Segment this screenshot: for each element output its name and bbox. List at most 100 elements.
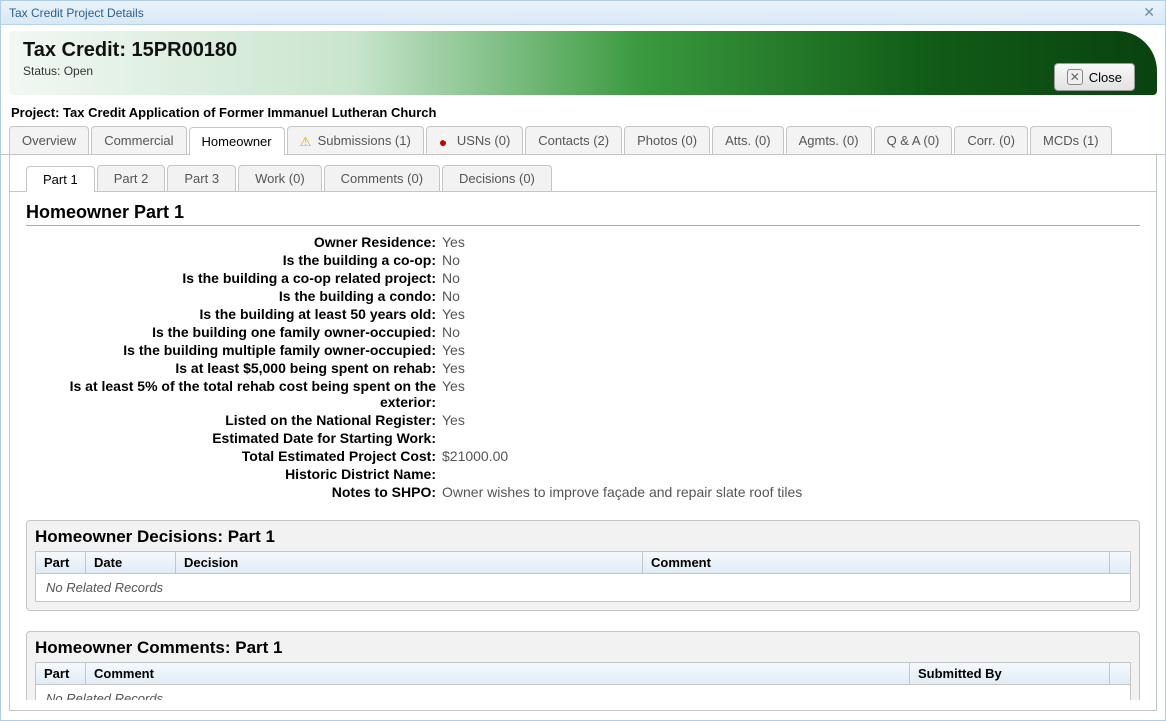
field-value: Yes bbox=[440, 342, 465, 358]
tab-homeowner[interactable]: Homeowner bbox=[189, 127, 285, 155]
close-button[interactable]: ✕ Close bbox=[1054, 63, 1135, 91]
decisions-panel: Homeowner Decisions: Part 1 Part Date De… bbox=[26, 520, 1140, 611]
col-part[interactable]: Part bbox=[36, 552, 86, 573]
field-label: Estimated Date for Starting Work: bbox=[30, 430, 440, 446]
dialog-window: Tax Credit Project Details ✕ Tax Credit:… bbox=[0, 0, 1166, 721]
error-icon bbox=[439, 134, 453, 148]
tab-label: Photos (0) bbox=[637, 133, 697, 148]
window-close-icon[interactable]: ✕ bbox=[1139, 4, 1159, 21]
field-value: Owner wishes to improve façade and repai… bbox=[440, 484, 802, 500]
field-row: Is the building a condo:No bbox=[30, 288, 1140, 304]
field-label: Is the building one family owner-occupie… bbox=[30, 324, 440, 340]
comments-grid: Part Comment Submitted By No Related Rec… bbox=[35, 662, 1131, 700]
subtab-work[interactable]: Work (0) bbox=[238, 165, 322, 191]
tab-usns[interactable]: USNs (0) bbox=[426, 126, 523, 154]
col-spacer bbox=[1110, 663, 1130, 684]
col-comment[interactable]: Comment bbox=[643, 552, 1110, 573]
field-row: Is the building a co-op related project:… bbox=[30, 270, 1140, 286]
tab-qa[interactable]: Q & A (0) bbox=[874, 126, 953, 154]
tab-label: Corr. (0) bbox=[967, 133, 1015, 148]
field-value: Yes bbox=[440, 412, 465, 428]
col-part[interactable]: Part bbox=[36, 663, 86, 684]
tab-corr[interactable]: Corr. (0) bbox=[954, 126, 1028, 154]
col-spacer bbox=[1110, 552, 1130, 573]
fields-list: Owner Residence:YesIs the building a co-… bbox=[30, 234, 1140, 500]
field-row: Estimated Date for Starting Work: bbox=[30, 430, 1140, 446]
field-label: Total Estimated Project Cost: bbox=[30, 448, 440, 464]
project-label: Project: bbox=[11, 105, 59, 120]
tab-label: MCDs (1) bbox=[1043, 133, 1099, 148]
field-value: $21000.00 bbox=[440, 448, 508, 464]
field-value: No bbox=[440, 252, 460, 268]
tab-agmts[interactable]: Agmts. (0) bbox=[786, 126, 872, 154]
field-value: Yes bbox=[440, 306, 465, 322]
tab-label: Commercial bbox=[104, 133, 173, 148]
tab-label: Overview bbox=[22, 133, 76, 148]
section-title: Homeowner Part 1 bbox=[26, 202, 1140, 226]
field-value: No bbox=[440, 270, 460, 286]
status-label: Status: bbox=[23, 64, 60, 78]
tab-commercial[interactable]: Commercial bbox=[91, 126, 186, 154]
status-value: Open bbox=[64, 64, 93, 78]
field-label: Notes to SHPO: bbox=[30, 484, 440, 500]
field-value: No bbox=[440, 324, 460, 340]
tab-content: Part 1 Part 2 Part 3 Work (0) Comments (… bbox=[9, 155, 1157, 711]
col-decision[interactable]: Decision bbox=[176, 552, 643, 573]
tab-label: Contacts (2) bbox=[538, 133, 609, 148]
field-value: Yes bbox=[440, 378, 465, 410]
field-row: Is the building at least 50 years old:Ye… bbox=[30, 306, 1140, 322]
field-row: Owner Residence:Yes bbox=[30, 234, 1140, 250]
close-icon: ✕ bbox=[1067, 69, 1083, 85]
subtab-decisions[interactable]: Decisions (0) bbox=[442, 165, 552, 191]
comments-empty: No Related Records bbox=[36, 685, 1130, 700]
field-value: No bbox=[440, 288, 460, 304]
project-line: Project: Tax Credit Application of Forme… bbox=[1, 95, 1165, 126]
status-line: Status: Open bbox=[23, 64, 237, 78]
tab-contacts[interactable]: Contacts (2) bbox=[525, 126, 622, 154]
field-row: Is at least $5,000 being spent on rehab:… bbox=[30, 360, 1140, 376]
titlebar: Tax Credit Project Details ✕ bbox=[1, 1, 1165, 25]
field-label: Is the building a condo: bbox=[30, 288, 440, 304]
col-date[interactable]: Date bbox=[86, 552, 176, 573]
subtab-comments[interactable]: Comments (0) bbox=[324, 165, 440, 191]
field-value: Yes bbox=[440, 234, 465, 250]
project-name: Tax Credit Application of Former Immanue… bbox=[63, 105, 436, 120]
tab-overview[interactable]: Overview bbox=[9, 126, 89, 154]
field-label: Historic District Name: bbox=[30, 466, 440, 482]
field-label: Is the building multiple family owner-oc… bbox=[30, 342, 440, 358]
field-label: Is the building a co-op related project: bbox=[30, 270, 440, 286]
field-value bbox=[440, 466, 442, 482]
tab-label: Agmts. (0) bbox=[799, 133, 859, 148]
tab-submissions[interactable]: Submissions (1) bbox=[287, 126, 424, 154]
decisions-grid-header: Part Date Decision Comment bbox=[36, 552, 1130, 574]
field-row: Total Estimated Project Cost:$21000.00 bbox=[30, 448, 1140, 464]
col-comment[interactable]: Comment bbox=[86, 663, 910, 684]
field-row: Is at least 5% of the total rehab cost b… bbox=[30, 378, 1140, 410]
field-row: Is the building multiple family owner-oc… bbox=[30, 342, 1140, 358]
tab-label: Homeowner bbox=[202, 134, 272, 149]
col-submitted-by[interactable]: Submitted By bbox=[910, 663, 1110, 684]
comments-title: Homeowner Comments: Part 1 bbox=[35, 638, 1131, 658]
subtab-part3[interactable]: Part 3 bbox=[167, 165, 236, 191]
tab-mcds[interactable]: MCDs (1) bbox=[1030, 126, 1112, 154]
page-title: Tax Credit: 15PR00180 bbox=[23, 39, 237, 62]
scroll-area[interactable]: Homeowner Part 1 Owner Residence:YesIs t… bbox=[10, 192, 1156, 700]
field-row: Is the building one family owner-occupie… bbox=[30, 324, 1140, 340]
tab-label: Atts. (0) bbox=[725, 133, 771, 148]
tab-label: Q & A (0) bbox=[887, 133, 940, 148]
tab-atts[interactable]: Atts. (0) bbox=[712, 126, 784, 154]
window-title: Tax Credit Project Details bbox=[9, 6, 1139, 20]
header-left: Tax Credit: 15PR00180 Status: Open bbox=[23, 39, 237, 78]
tab-label: Submissions (1) bbox=[318, 133, 411, 148]
warning-icon bbox=[300, 134, 314, 148]
field-row: Listed on the National Register:Yes bbox=[30, 412, 1140, 428]
subtab-part1[interactable]: Part 1 bbox=[26, 166, 95, 192]
field-label: Owner Residence: bbox=[30, 234, 440, 250]
field-label: Is the building at least 50 years old: bbox=[30, 306, 440, 322]
decisions-empty: No Related Records bbox=[36, 574, 1130, 601]
field-value: Yes bbox=[440, 360, 465, 376]
field-label: Listed on the National Register: bbox=[30, 412, 440, 428]
subtab-part2[interactable]: Part 2 bbox=[97, 165, 166, 191]
tab-photos[interactable]: Photos (0) bbox=[624, 126, 710, 154]
field-row: Notes to SHPO:Owner wishes to improve fa… bbox=[30, 484, 1140, 500]
